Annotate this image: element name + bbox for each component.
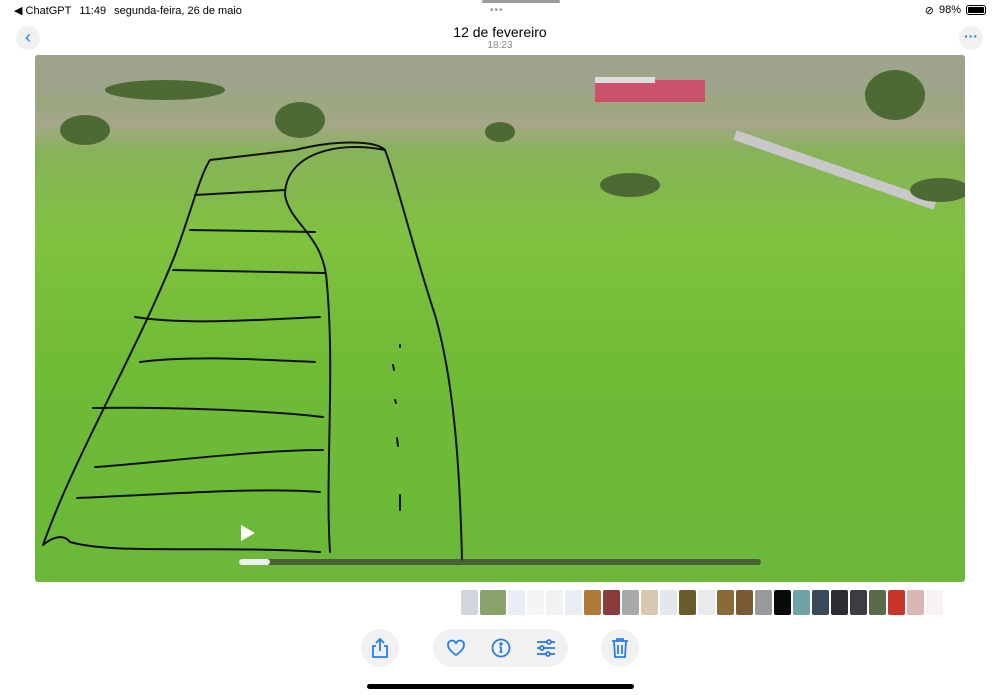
battery-icon xyxy=(966,5,986,15)
photo-thumbnail[interactable] xyxy=(679,590,696,615)
photo-actions-group xyxy=(433,629,568,667)
photo-thumbnail[interactable] xyxy=(774,590,791,615)
play-button[interactable] xyxy=(241,525,255,541)
photo-thumbnail[interactable] xyxy=(584,590,601,615)
favorite-heart-icon[interactable] xyxy=(444,636,468,660)
thumbnail-strip[interactable] xyxy=(461,590,943,615)
photo-thumbnail[interactable] xyxy=(926,590,943,615)
photo-thumbnail[interactable] xyxy=(508,590,525,615)
photo-thumbnail[interactable] xyxy=(698,590,715,615)
photo-thumbnail[interactable] xyxy=(812,590,829,615)
status-date: segunda-feira, 26 de maio xyxy=(114,4,242,17)
photo-thumbnail[interactable] xyxy=(546,590,563,615)
photo-thumbnail[interactable] xyxy=(461,590,478,615)
photo-thumbnail[interactable] xyxy=(480,590,506,615)
more-options-button[interactable]: ··· xyxy=(959,26,983,50)
photo-thumbnail[interactable] xyxy=(888,590,905,615)
video-progress xyxy=(239,559,271,565)
photo-thumbnail[interactable] xyxy=(565,590,582,615)
home-indicator[interactable] xyxy=(367,684,634,689)
photo-thumbnail[interactable] xyxy=(717,590,734,615)
photo-thumbnail[interactable] xyxy=(622,590,639,615)
trash-icon xyxy=(608,636,632,660)
info-icon[interactable] xyxy=(489,636,513,660)
orientation-lock-icon: ⊘ xyxy=(924,4,934,17)
photo-thumbnail[interactable] xyxy=(831,590,848,615)
multitasking-dots-icon[interactable]: ••• xyxy=(490,5,504,16)
photo-time: 18:23 xyxy=(487,40,513,51)
share-button[interactable] xyxy=(361,629,399,667)
photo-thumbnail[interactable] xyxy=(527,590,544,615)
back-to-app[interactable]: ◀ ChatGPT xyxy=(14,5,71,17)
delete-button[interactable] xyxy=(601,629,639,667)
battery-percent: 98% xyxy=(938,4,961,16)
page-title: 12 de fevereiro xyxy=(453,24,547,40)
photo-thumbnail[interactable] xyxy=(907,590,924,615)
photo-thumbnail[interactable] xyxy=(793,590,810,615)
photo-thumbnail[interactable] xyxy=(641,590,658,615)
photo-thumbnail[interactable] xyxy=(660,590,677,615)
video-scrubber[interactable] xyxy=(239,559,761,565)
status-time: 11:49 xyxy=(79,4,107,17)
photo-thumbnail[interactable] xyxy=(736,590,753,615)
video-viewer[interactable] xyxy=(35,55,965,582)
photo-thumbnail[interactable] xyxy=(869,590,886,615)
photo-thumbnail[interactable] xyxy=(603,590,620,615)
share-icon xyxy=(368,636,392,660)
photo-thumbnail[interactable] xyxy=(850,590,867,615)
adjust-sliders-icon[interactable] xyxy=(534,636,558,660)
photo-thumbnail[interactable] xyxy=(755,590,772,615)
field-drawing xyxy=(35,55,965,561)
